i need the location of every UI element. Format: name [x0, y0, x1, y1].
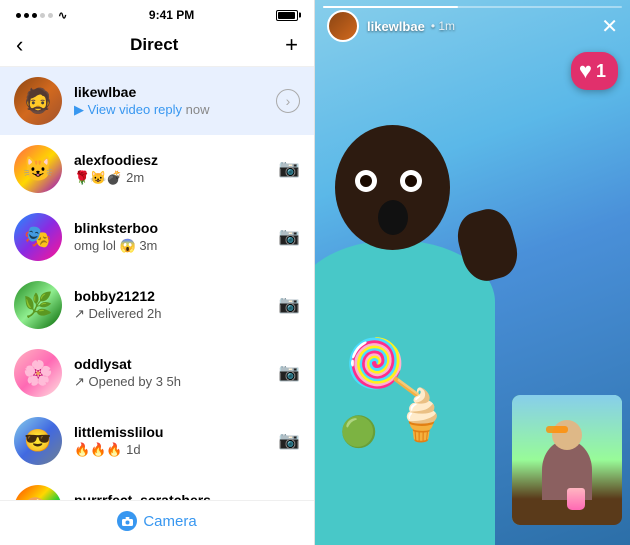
username-label: likewlbae: [74, 84, 268, 100]
back-button[interactable]: ‹: [16, 34, 23, 56]
battery-area: [276, 10, 298, 21]
camera-circle-icon: [117, 511, 137, 531]
username-label: purrrfect_scratchers: [74, 492, 271, 500]
avatar: 🌸: [14, 349, 62, 397]
message-preview: 🌹😺💣 2m: [74, 170, 271, 186]
message-preview: omg lol 😱 3m: [74, 238, 271, 254]
message-content: littlemisslilou 🔥🔥🔥 1d: [74, 424, 271, 458]
username-label: littlemisslilou: [74, 424, 271, 440]
username-label: bobby21212: [74, 288, 271, 304]
username-label: oddlysat: [74, 356, 271, 372]
camera-icon[interactable]: 📷: [279, 227, 300, 247]
camera-icon[interactable]: 📷: [279, 159, 300, 179]
message-content: purrrfect_scratchers ❤️❤️⚫ 1d: [74, 492, 271, 500]
message-content: bobby21212 ↗ Delivered 2h: [74, 288, 271, 322]
list-item[interactable]: 🌿 bobby21212 ↗ Delivered 2h 📷: [0, 271, 314, 339]
username-label: alexfoodiesz: [74, 152, 271, 168]
page-title: Direct: [130, 35, 178, 55]
left-eye: [355, 170, 377, 192]
story-time: • 1m: [431, 19, 455, 33]
story-progress-fill: [323, 6, 458, 8]
signal-dot-4: [40, 13, 45, 18]
header: ‹ Direct +: [0, 26, 314, 67]
camera-label: Camera: [143, 513, 196, 530]
signal-dot-3: [32, 13, 37, 18]
right-eye: [400, 170, 422, 192]
avatar: 🌿: [14, 281, 62, 329]
overlay-image: [512, 395, 622, 525]
avatar: 🎭: [14, 213, 62, 261]
camera-icon[interactable]: 📷: [279, 499, 300, 500]
list-item[interactable]: 🌸 oddlysat ↗ Opened by 3 5h 📷: [0, 339, 314, 407]
chevron-right-icon[interactable]: ›: [276, 89, 300, 113]
signal-area: ∿: [16, 9, 67, 22]
message-preview: 🔥🔥🔥 1d: [74, 442, 271, 458]
message-content: oddlysat ↗ Opened by 3 5h: [74, 356, 271, 390]
heart-icon: ♥: [579, 58, 592, 84]
status-bar: ∿ 9:41 PM: [0, 0, 314, 26]
message-content: blinksterboo omg lol 😱 3m: [74, 220, 271, 254]
camera-icon[interactable]: 📷: [279, 295, 300, 315]
battery-icon: [276, 10, 298, 21]
list-item[interactable]: 😎 littlemisslilou 🔥🔥🔥 1d 📷: [0, 407, 314, 475]
camera-button[interactable]: Camera: [117, 511, 196, 531]
message-content: likewlbae ▶ View video reply now: [74, 84, 268, 118]
avatar: 😺: [14, 145, 62, 193]
status-time: 9:41 PM: [149, 8, 194, 22]
bottom-bar: Camera: [0, 500, 314, 545]
story-close-button[interactable]: ✕: [601, 14, 618, 39]
avatar: 🎨: [14, 485, 62, 500]
avatar: 🧔: [14, 77, 62, 125]
camera-icon[interactable]: 📷: [279, 431, 300, 451]
username-label: blinksterboo: [74, 220, 271, 236]
avatar: 😎: [14, 417, 62, 465]
new-message-button[interactable]: +: [285, 34, 298, 56]
story-username: likewlbae: [367, 19, 425, 34]
wifi-icon: ∿: [58, 9, 67, 22]
message-list: 🧔 likewlbae ▶ View video reply now › 😺 a…: [0, 67, 314, 500]
signal-dot-5: [48, 13, 53, 18]
mouth: [378, 200, 408, 235]
camera-icon[interactable]: 📷: [279, 363, 300, 383]
story-avatar: [327, 10, 359, 42]
message-preview: ▶ View video reply now: [74, 102, 268, 118]
ball-sticker: 🟢: [340, 415, 377, 450]
like-count: 1: [596, 61, 606, 82]
story-progress-bar: [323, 6, 622, 8]
list-item[interactable]: 😺 alexfoodiesz 🌹😺💣 2m 📷: [0, 135, 314, 203]
person-figure: [315, 115, 525, 545]
icecream-sticker: 🍦: [390, 386, 452, 445]
message-preview: ↗ Delivered 2h: [74, 306, 271, 322]
message-preview: ↗ Opened by 3 5h: [74, 374, 271, 390]
story-panel: 🍭 🍦 🟢 likewlbae • 1m ✕ ♥ 1: [315, 0, 630, 545]
list-item[interactable]: 🎨 purrrfect_scratchers ❤️❤️⚫ 1d 📷: [0, 475, 314, 500]
direct-messages-panel: ∿ 9:41 PM ‹ Direct + 🧔 likewlbae ▶ View …: [0, 0, 315, 545]
list-item[interactable]: 🧔 likewlbae ▶ View video reply now ›: [0, 67, 314, 135]
signal-dot-2: [24, 13, 29, 18]
message-content: alexfoodiesz 🌹😺💣 2m: [74, 152, 271, 186]
signal-dot-1: [16, 13, 21, 18]
list-item[interactable]: 🎭 blinksterboo omg lol 😱 3m 📷: [0, 203, 314, 271]
like-badge[interactable]: ♥ 1: [571, 52, 618, 90]
